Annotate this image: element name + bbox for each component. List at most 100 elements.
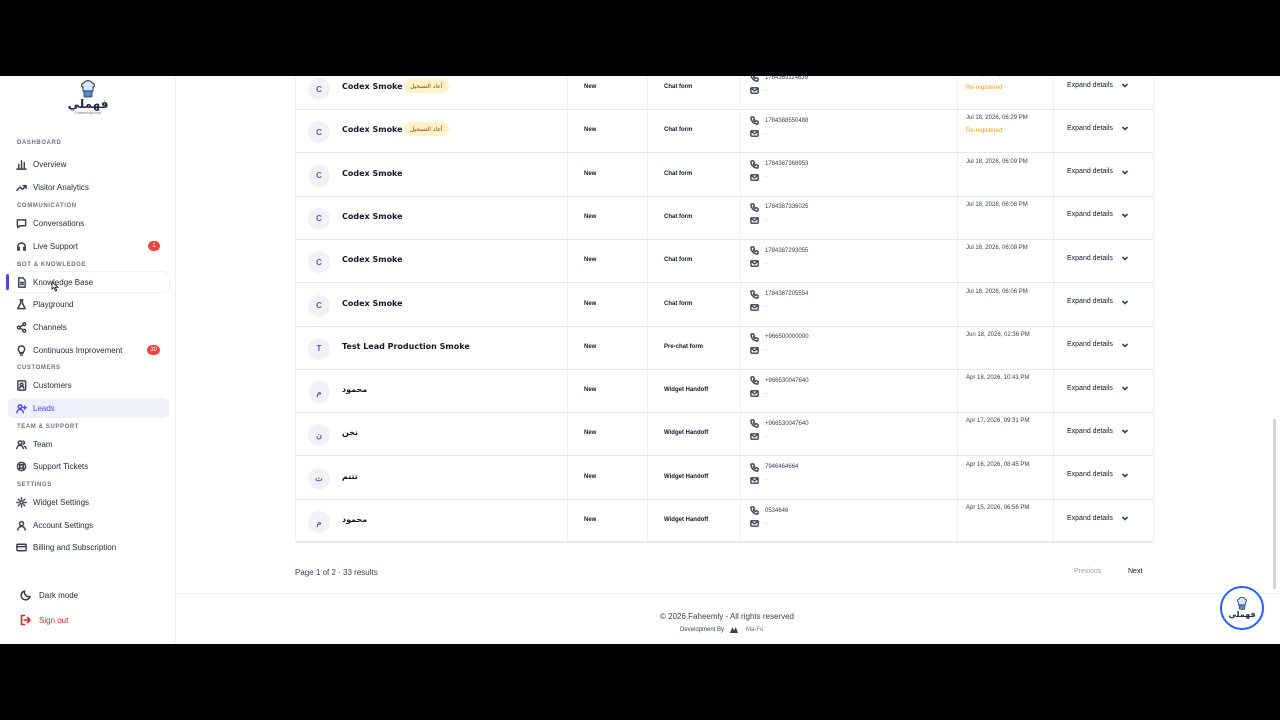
source-badge: Widget Handoff (664, 517, 709, 523)
table-row[interactable]: C Codex Smoke New Chat form 178438720555… (296, 282, 1153, 327)
address-book-icon (16, 379, 27, 391)
table-row[interactable]: ن نخن New Widget Handoff +966530047640 -… (296, 412, 1153, 457)
sidebar-item-leads[interactable]: Leads (8, 398, 169, 418)
column-divider (740, 282, 741, 326)
expand-label: Expand details (1067, 298, 1113, 305)
expand-label: Expand details (1067, 471, 1113, 479)
phone-number: 1784387368953 (765, 161, 809, 168)
expand-details-button[interactable]: Expand details (1067, 384, 1129, 392)
sidebar-item-playground[interactable]: Playground (8, 294, 169, 314)
status-badge: New (584, 343, 597, 350)
sidebar-item-visitor-analytics[interactable]: Visitor Analytics (8, 177, 169, 197)
dark-mode-toggle[interactable]: Dark mode (20, 589, 78, 601)
table-row[interactable]: C Codex Smoke New Chat form 178438733602… (296, 195, 1153, 240)
status-badge: New (584, 430, 597, 437)
source-badge: Chat form (664, 213, 693, 220)
phone-icon (750, 419, 759, 429)
sidebar-item-customers[interactable]: Customers (8, 375, 169, 395)
section-team-support: TEAM & SUPPORT (17, 424, 80, 430)
column-divider (567, 195, 568, 239)
source-badge: Chat form (664, 84, 693, 90)
expand-details-button[interactable]: Expand details (1067, 211, 1129, 219)
expand-details-button[interactable]: Expand details (1067, 427, 1129, 435)
column-divider (740, 369, 741, 413)
sidebar-item-conversations[interactable]: Conversations (8, 213, 169, 233)
sidebar-item-overview[interactable]: Overview (8, 154, 169, 174)
column-divider (1053, 369, 1054, 413)
sidebar-item-billing[interactable]: Billing and Subscription (8, 537, 169, 557)
column-divider (567, 76, 568, 109)
table-row[interactable]: C Codex Smoke أعاد التسجيل New Chat form… (296, 76, 1153, 110)
contact-info: 0534646 - (750, 504, 788, 530)
column-divider (1053, 195, 1054, 239)
chat-widget-button[interactable]: فهملي (1220, 586, 1264, 630)
table-row[interactable]: م محمود New Widget Handoff 0534646 - Apr… (296, 499, 1153, 543)
sidebar-item-team[interactable]: Team (8, 434, 169, 454)
source-badge: Widget Handoff (664, 387, 709, 394)
avatar: C (308, 294, 330, 317)
date-text: Apr 17, 2026, 09:31 PM (966, 418, 1030, 425)
sidebar-item-account-settings[interactable]: Account Settings (8, 515, 169, 535)
contact-info: 1784387293055 - (750, 244, 808, 270)
table-row[interactable]: C Codex Smoke أعاد التسجيل New Chat form… (296, 109, 1153, 154)
created-date: Jul 18, 2026, 06:08 PM (966, 245, 1028, 251)
column-divider (647, 455, 648, 499)
column-divider (647, 369, 648, 413)
logo-subtext: Faheemly.com (75, 110, 101, 115)
source-badge: Chat form (664, 300, 693, 307)
table-row[interactable]: C Codex Smoke New Chat form 178438736895… (296, 152, 1153, 197)
table-row[interactable]: م محمود New Widget Handoff +966530047640… (296, 369, 1153, 414)
column-divider (957, 109, 958, 153)
expand-details-button[interactable]: Expand details (1067, 471, 1129, 479)
previous-button[interactable]: Previous (1074, 568, 1101, 575)
sidebar-item-continuous-improvement[interactable]: Continuous Improvement 30 (8, 340, 169, 360)
chevron-down-icon (1121, 299, 1128, 305)
created-date: Apr 16, 2026, 08:45 PM (966, 462, 1029, 468)
phone-number: 1784387336025 (765, 204, 809, 211)
next-button[interactable]: Next (1128, 568, 1142, 575)
phone-number: 1784387293055 (765, 247, 809, 254)
table-row[interactable]: T Test Lead Production Smoke New Pre-cha… (296, 325, 1153, 370)
app-window: فهملي Faheemly.com DASHBOARD Overview Vi… (0, 76, 1280, 644)
section-bot-knowledge: BOT & KNOWLEDGE (17, 262, 86, 268)
mail-icon (750, 130, 759, 138)
sidebar-item-live-support[interactable]: Live Support 1 (8, 236, 169, 256)
avatar: C (308, 78, 330, 100)
expand-details-button[interactable]: Expand details (1067, 341, 1129, 349)
expand-details-button[interactable]: Expand details (1067, 81, 1129, 89)
column-divider (647, 282, 648, 326)
sidebar-item-support-tickets[interactable]: Support Tickets (8, 456, 169, 476)
sidebar-item-label: Conversations (33, 218, 85, 228)
column-divider (1053, 325, 1054, 369)
column-divider (647, 152, 648, 196)
contact-info: 1784387336025 - (750, 201, 808, 227)
expand-details-button[interactable]: Expand details (1067, 124, 1129, 132)
share-icon (16, 321, 27, 333)
column-divider (957, 499, 958, 542)
sidebar-item-channels[interactable]: Channels (8, 317, 169, 337)
expand-details-button[interactable]: Expand details (1067, 254, 1129, 262)
sidebar-item-widget-settings[interactable]: Widget Settings (8, 492, 169, 512)
lead-name: نخن (342, 428, 358, 438)
brand-logo[interactable]: فهملي Faheemly.com (68, 80, 108, 124)
column-divider (567, 282, 568, 326)
table-row[interactable]: C Codex Smoke New Chat form 178438729305… (296, 239, 1153, 284)
expand-details-button[interactable]: Expand details (1067, 514, 1129, 522)
mail-icon (750, 476, 759, 484)
sidebar-item-knowledge-base[interactable]: Knowledge Base (6, 272, 169, 292)
lead-name: محمود (342, 385, 368, 395)
column-divider (567, 499, 568, 542)
column-divider (647, 76, 648, 109)
dev-name-link[interactable]: Ma-Fo (746, 627, 763, 633)
table-row[interactable]: ت تتنم New Widget Handoff 7946464664 - A… (296, 455, 1153, 500)
contact-info: 7946464664 - (750, 461, 798, 487)
page-scrollbar[interactable] (1273, 419, 1276, 589)
mail-icon (750, 520, 759, 527)
expand-details-button[interactable]: Expand details (1067, 298, 1129, 306)
development-credit: Development By Ma-Fo (680, 627, 763, 633)
column-divider (567, 109, 568, 153)
column-divider (567, 412, 568, 456)
lead-name: Codex Smoke (342, 82, 403, 91)
sidebar-item-label: Playground (33, 299, 74, 309)
expand-details-button[interactable]: Expand details (1067, 168, 1129, 176)
